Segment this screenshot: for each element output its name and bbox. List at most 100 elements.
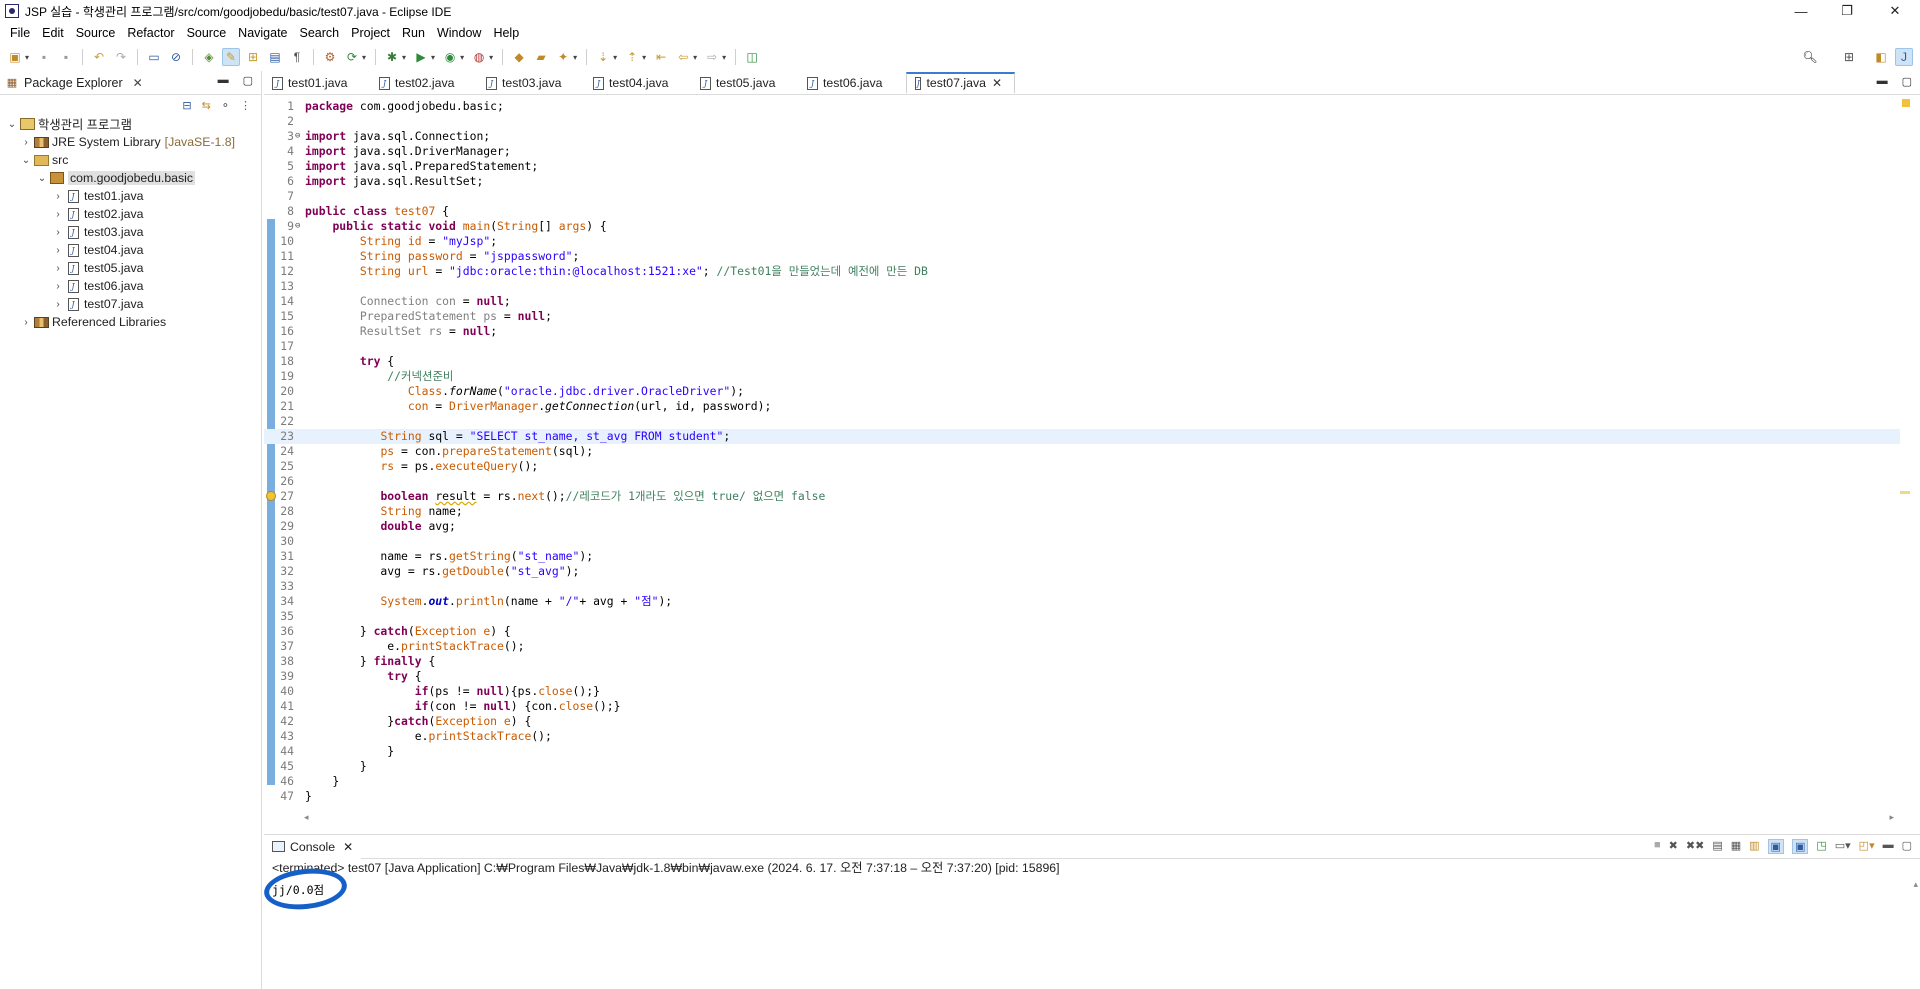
chevron-down-icon[interactable]: ▾ [431, 53, 435, 62]
pin-console-icon[interactable]: ▣ [1767, 839, 1784, 854]
editor-horizontal-scrollbar[interactable]: ◂ ▸ [304, 812, 1894, 824]
menu-source[interactable]: Source [70, 26, 122, 40]
java-perspective-icon[interactable]: J [1895, 48, 1913, 66]
last-edit-icon[interactable]: ⇤ [652, 48, 670, 66]
tab-console[interactable]: Console ✕ [264, 834, 362, 859]
close-icon[interactable]: ✕ [133, 76, 143, 90]
maximize-icon[interactable]: ▢ [1902, 839, 1912, 854]
chevron-down-icon[interactable]: ▾ [489, 53, 493, 62]
tree-file-node[interactable]: › J test01.java [0, 187, 261, 205]
debug-icon[interactable]: ✱ [383, 48, 401, 66]
tree-package-node[interactable]: ⌄ com.goodjobedu.basic [0, 169, 261, 187]
scroll-right-icon[interactable]: ▸ [1889, 812, 1894, 824]
open-type-icon[interactable]: ◈ [200, 48, 218, 66]
chevron-right-icon[interactable]: › [52, 281, 64, 292]
menu-window[interactable]: Window [431, 26, 487, 40]
menu-edit[interactable]: Edit [36, 26, 70, 40]
menu-navigate[interactable]: Navigate [232, 26, 293, 40]
link-with-editor-icon[interactable]: ⇆ [202, 99, 211, 112]
toggle-block-icon[interactable]: ⊞ [244, 48, 262, 66]
minimize-window-button[interactable]: — [1778, 0, 1824, 22]
chevron-right-icon[interactable]: › [52, 299, 64, 310]
chevron-down-icon[interactable]: ▾ [362, 53, 366, 62]
chevron-down-icon[interactable]: ▾ [693, 53, 697, 62]
chevron-right-icon[interactable]: › [52, 191, 64, 202]
fold-toggle-icon[interactable]: ⊖ [295, 129, 300, 144]
maximize-icon[interactable]: ▢ [243, 74, 253, 87]
undo-icon[interactable]: ↶ [90, 48, 108, 66]
warning-icon[interactable] [266, 491, 276, 501]
display-console-icon[interactable]: ▭▾ [1835, 839, 1851, 854]
chevron-right-icon[interactable]: › [52, 227, 64, 238]
maximize-icon[interactable]: ▢ [1902, 75, 1912, 88]
tree-project-node[interactable]: ⌄ 학생관리 프로그램 [0, 115, 261, 133]
show-stdout-icon[interactable]: ▥ [1749, 839, 1759, 854]
tree-file-node[interactable]: › J test03.java [0, 223, 261, 241]
chevron-down-icon[interactable]: ⌄ [20, 155, 32, 166]
minimize-icon[interactable]: ▬ [218, 74, 229, 87]
java-ee-perspective-icon[interactable]: ◧ [1872, 48, 1890, 66]
mark-occurrences-icon[interactable]: ✎ [222, 48, 241, 66]
back-icon[interactable]: ⇦ [674, 48, 692, 66]
open-perspective-icon[interactable]: ⊞ [1840, 48, 1858, 66]
save-icon[interactable]: ▪ [35, 48, 53, 66]
package-explorer-tab[interactable]: ▦ Package Explorer ✕ ▬ ▢ [0, 71, 261, 95]
build-icon[interactable]: ⚙ [321, 48, 339, 66]
chevron-down-icon[interactable]: ▾ [642, 53, 646, 62]
overview-marker[interactable] [1900, 491, 1910, 494]
overview-warning-icon[interactable] [1902, 99, 1910, 107]
code-area[interactable]: 1 package com.goodjobedu.basic; 2 3 ⊖ impor… [264, 99, 1900, 803]
minimize-icon[interactable]: ▬ [1883, 839, 1894, 854]
menu-help[interactable]: Help [487, 26, 525, 40]
chevron-right-icon[interactable]: › [52, 263, 64, 274]
view-menu-icon[interactable]: ⋮ [240, 99, 251, 112]
menu-file[interactable]: File [4, 26, 36, 40]
scroll-lock-icon[interactable]: ▤ [1712, 839, 1722, 854]
save-all-icon[interactable]: ▪ [57, 48, 75, 66]
close-icon[interactable]: ✕ [992, 76, 1002, 90]
run-icon[interactable]: ▶ [412, 48, 430, 66]
scroll-up-icon[interactable]: ▴ [1913, 879, 1918, 890]
maximize-window-button[interactable]: ❐ [1824, 0, 1870, 22]
menu-search[interactable]: Search [294, 26, 346, 40]
chevron-down-icon[interactable]: ▾ [613, 53, 617, 62]
wand-icon[interactable]: ✦ [554, 48, 572, 66]
fold-toggle-icon[interactable]: ⊖ [295, 219, 300, 234]
new-java-project-icon[interactable]: ◆ [510, 48, 528, 66]
close-icon[interactable]: ✕ [343, 840, 353, 854]
filter-icon[interactable]: ⚬ [221, 99, 230, 112]
chevron-down-icon[interactable]: ▾ [722, 53, 726, 62]
tree-file-node[interactable]: › J test02.java [0, 205, 261, 223]
tab-test03[interactable]: Jtest03.java [478, 72, 585, 94]
redo-icon[interactable]: ↷ [112, 48, 130, 66]
tree-jre-node[interactable]: › JRE System Library [JavaSE-1.8] [0, 133, 261, 151]
prev-annotation-icon[interactable]: ⇡ [623, 48, 641, 66]
remove-all-launches-icon[interactable]: ✖✖ [1686, 839, 1704, 854]
open-console-icon[interactable]: ◳ [1816, 839, 1826, 854]
chevron-right-icon[interactable]: › [20, 317, 32, 328]
tree-file-node[interactable]: › J test05.java [0, 259, 261, 277]
chevron-down-icon[interactable]: ⌄ [6, 119, 18, 130]
chevron-down-icon[interactable]: ▾ [573, 53, 577, 62]
tab-test05[interactable]: Jtest05.java [692, 72, 799, 94]
tab-test04[interactable]: Jtest04.java [585, 72, 692, 94]
word-wrap-icon[interactable]: ▤ [266, 48, 284, 66]
menu-source-2[interactable]: Source [181, 26, 233, 40]
refresh-icon[interactable]: ⟳ [343, 48, 361, 66]
chevron-down-icon[interactable]: ▾ [460, 53, 464, 62]
terminate-icon[interactable]: ■ [1654, 839, 1661, 854]
tree-src-node[interactable]: ⌄ src [0, 151, 261, 169]
scroll-left-icon[interactable]: ◂ [304, 812, 309, 824]
tree-file-node[interactable]: › J test06.java [0, 277, 261, 295]
chevron-down-icon[interactable]: ▾ [25, 53, 29, 62]
tab-test01[interactable]: Jtest01.java [264, 72, 371, 94]
chevron-down-icon[interactable]: ▾ [402, 53, 406, 62]
minimize-icon[interactable]: ▬ [1877, 75, 1888, 88]
forward-icon[interactable]: ⇨ [703, 48, 721, 66]
new-icon[interactable]: ▣ [6, 48, 24, 66]
tree-file-node[interactable]: › J test07.java [0, 295, 261, 313]
menu-run[interactable]: Run [396, 26, 431, 40]
close-window-button[interactable]: ✕ [1872, 0, 1918, 22]
chevron-down-icon[interactable]: ⌄ [36, 173, 48, 184]
show-whitespace-icon[interactable]: ¶ [288, 48, 306, 66]
